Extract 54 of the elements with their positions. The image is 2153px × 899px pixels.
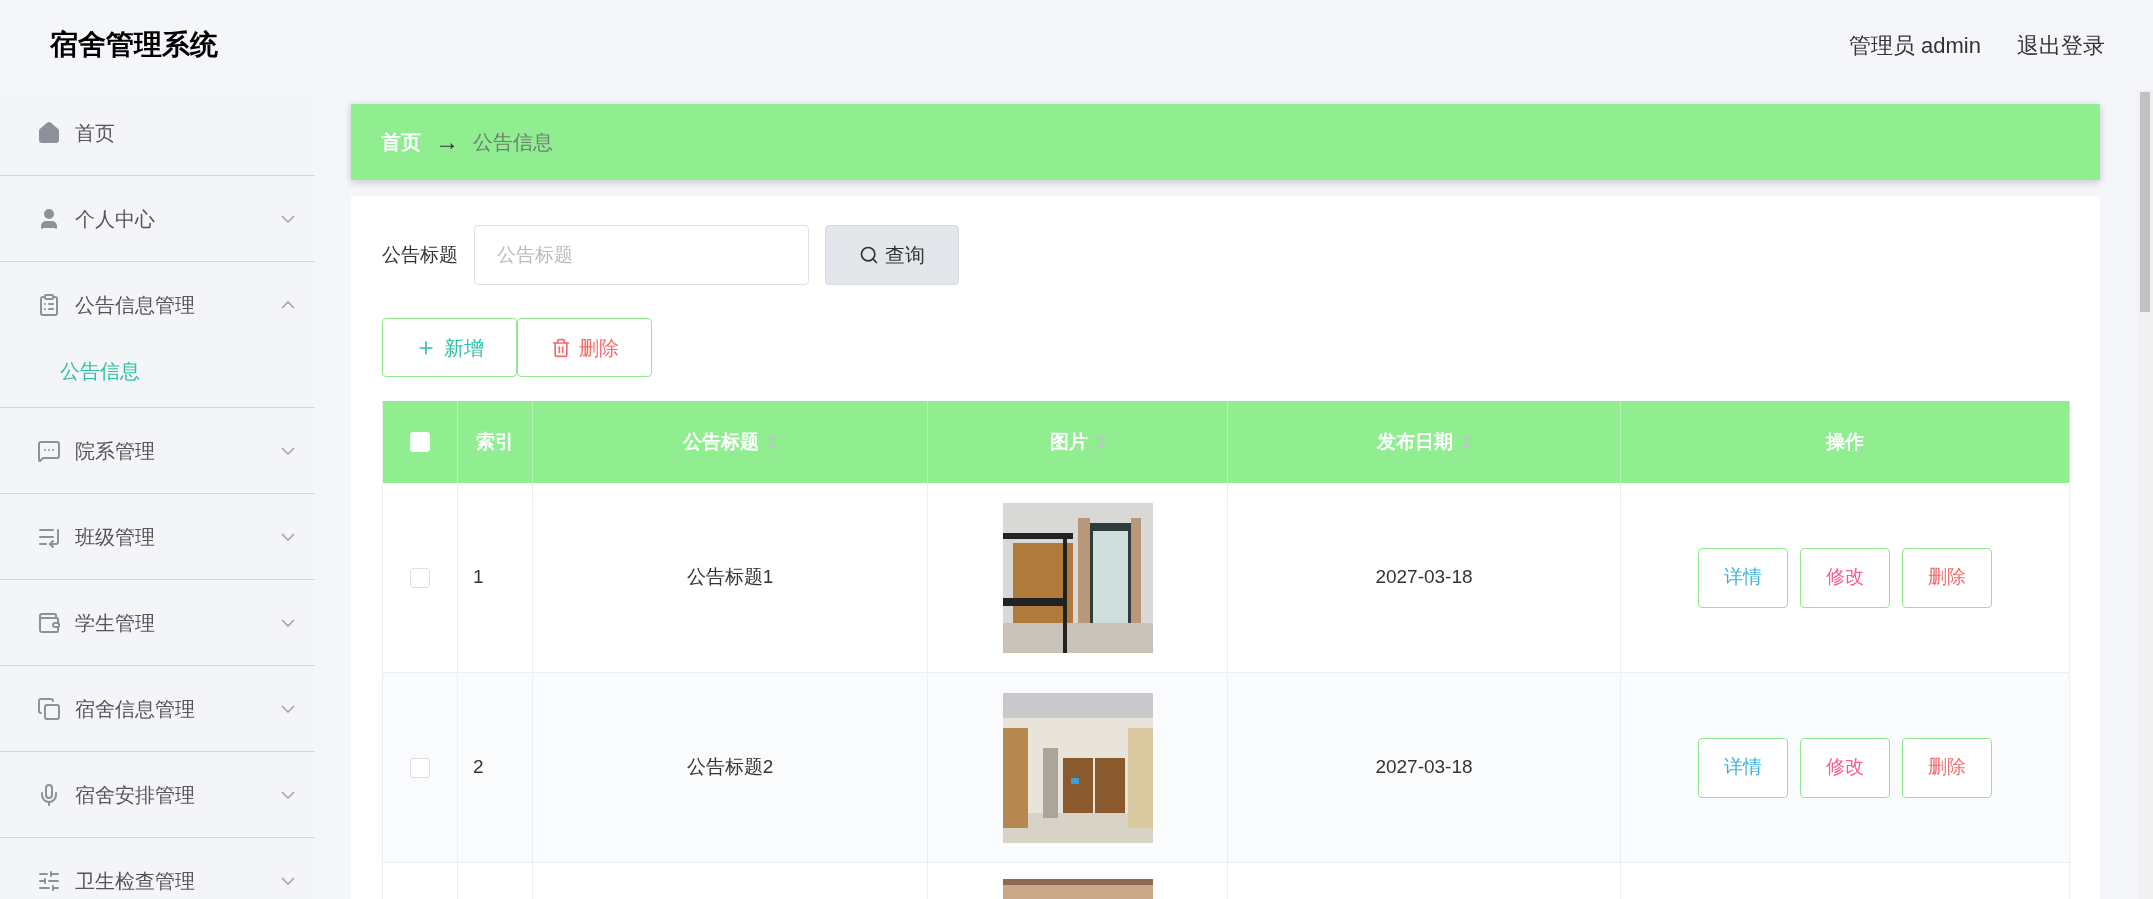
chevron-down-icon <box>281 876 295 885</box>
sidebar-item[interactable]: 宿舍信息管理 <box>0 666 315 751</box>
delete-button[interactable]: 删除 <box>517 318 652 377</box>
edit-button[interactable]: 修改 <box>1800 737 1890 798</box>
column-header: 操作 <box>1826 429 1864 454</box>
detail-button[interactable]: 详情 <box>1698 547 1788 608</box>
sidebar-item[interactable]: 院系管理 <box>0 408 315 493</box>
chevron-down-icon <box>281 532 295 541</box>
trash-icon <box>550 337 571 358</box>
delete-button[interactable]: 删除 <box>1902 547 1992 608</box>
scrollbar-thumb[interactable] <box>2140 92 2150 312</box>
logout-link[interactable]: 退出登录 <box>2017 28 2105 62</box>
column-header: 索引 <box>476 429 514 454</box>
table-cell-text: 1 <box>473 565 484 590</box>
delete-button[interactable]: 删除 <box>1902 737 1992 798</box>
user-name: 管理员 admin <box>1848 31 1981 60</box>
chat-icon <box>37 438 61 463</box>
wallet-icon <box>37 610 61 635</box>
sort-icon <box>1095 434 1106 450</box>
search-field[interactable]: 公告标题 <box>474 225 809 285</box>
copy-icon <box>37 696 61 721</box>
search-icon <box>859 245 879 265</box>
search-label: 公告标题 <box>382 242 458 267</box>
chevron-down-icon <box>281 214 295 223</box>
sidebar-item[interactable]: 卫生检查管理 <box>0 838 315 899</box>
chevron-down-icon <box>281 446 295 455</box>
app-title: 宿舍管理系统 <box>50 28 218 62</box>
edit-button[interactable]: 修改 <box>1800 547 1890 608</box>
chevron-down-icon <box>281 790 295 799</box>
sidebar-item[interactable]: 个人中心 <box>0 176 315 261</box>
table-cell-text: 2027-03-18 <box>1375 565 1473 590</box>
home-icon <box>37 120 61 145</box>
table-cell-text: 2 <box>473 755 484 780</box>
chevron-up-icon <box>281 300 295 309</box>
sort-icon <box>767 434 777 450</box>
detail-button[interactable]: 详情 <box>1698 737 1788 798</box>
sliders-icon <box>37 868 61 893</box>
chevron-down-icon <box>281 704 295 713</box>
sidebar-item[interactable]: 首页 <box>0 90 315 175</box>
clipboard-icon <box>37 292 61 317</box>
chevron-down-icon <box>281 618 295 627</box>
sidebar-item[interactable]: 学生管理 <box>0 580 315 665</box>
sidebar-item[interactable]: 班级管理 <box>0 494 315 579</box>
table-cell-text: 公告标题1 <box>686 565 774 590</box>
search-button[interactable]: 查询 <box>825 225 959 285</box>
breadcrumb-current: 公告信息 <box>473 130 553 155</box>
sort-icon <box>1461 434 1471 450</box>
table-cell-text: 公告标题2 <box>686 755 774 780</box>
breadcrumb-separator: → <box>435 127 459 157</box>
add-button[interactable]: 新增 <box>382 318 517 377</box>
checkbox[interactable] <box>410 757 430 778</box>
table-cell-text: 2027-03-18 <box>1375 755 1473 780</box>
sidebar-item[interactable]: 宿舍安排管理 <box>0 752 315 837</box>
checkbox[interactable] <box>410 567 430 588</box>
